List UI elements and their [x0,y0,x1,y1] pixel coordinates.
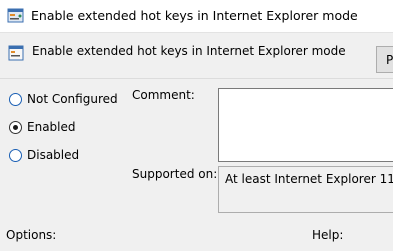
help-label: Help: [312,228,344,242]
header-separator [0,78,393,79]
radio-enabled-label: Enabled [27,120,76,134]
title-bar: Enable extended hot keys in Internet Exp… [0,0,393,33]
policy-window-icon [7,8,24,23]
radio-disabled-circle[interactable] [9,149,22,162]
radio-enabled-circle[interactable] [9,121,22,134]
window-title: Enable extended hot keys in Internet Exp… [31,8,358,23]
radio-not-configured-label: Not Configured [27,92,118,106]
comment-textarea[interactable] [218,88,393,162]
supported-on-label: Supported on: [132,167,218,181]
radio-disabled-label: Disabled [27,148,80,162]
policy-setting-icon [8,45,24,61]
policy-name: Enable extended hot keys in Internet Exp… [32,44,346,58]
supported-on-value: At least Internet Explorer 11.0 [225,172,393,186]
radio-not-configured-circle[interactable] [9,93,22,106]
previous-setting-button[interactable]: Pr [376,46,393,73]
policy-header: Enable extended hot keys in Internet Exp… [0,34,393,70]
options-label: Options: [6,228,57,242]
supported-on-field[interactable]: At least Internet Explorer 11.0 [218,166,393,213]
previous-setting-button-label: Pr [386,53,393,67]
comment-label: Comment: [132,88,195,102]
